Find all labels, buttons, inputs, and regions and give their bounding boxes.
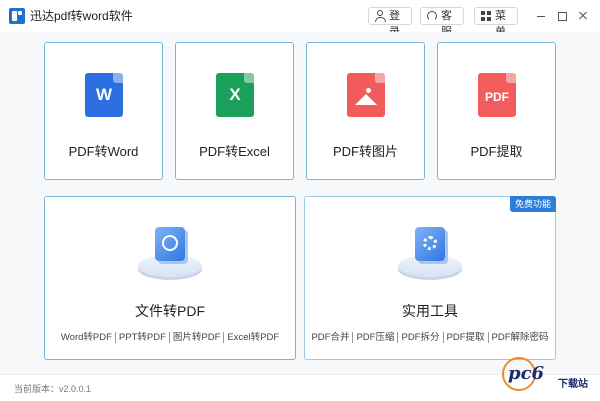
link-pdf-split[interactable]: PDF拆分 [397,332,443,343]
pdf-file-icon: PDF [478,73,516,117]
maximize-button[interactable] [553,7,571,25]
minimize-button[interactable] [532,7,550,25]
excel-icon-letter: X [229,85,241,104]
pc6-watermark-logo: pc6 下载站 [502,355,594,395]
utility-tools-links: PDF合并 PDF压缩 PDF拆分 PDF提取 PDF解除密码 [305,329,555,343]
customer-service-button[interactable]: 客服 [420,7,464,38]
link-pdf-extract[interactable]: PDF提取 [442,332,488,343]
link-excel-to-pdf[interactable]: Excel转PDF [223,332,283,343]
pdf-icon-text: PDF [485,90,509,104]
file-to-pdf-title: 文件转PDF [135,303,205,319]
menu-button[interactable]: 菜单 [474,7,518,38]
app-logo-icon [9,8,25,24]
grid-icon [481,11,491,21]
pdf-to-word-card[interactable]: W PDF转Word [44,42,163,180]
link-pdf-merge[interactable]: PDF合并 [308,332,352,343]
pdf-to-word-label: PDF转Word [68,144,139,159]
pdf-extract-card[interactable]: PDF PDF提取 [437,42,556,180]
file-to-pdf-links: Word转PDF PPT转PDF 图片转PDF Excel转PDF [45,329,295,343]
login-button[interactable]: 登录 [368,7,412,38]
word-icon-letter: W [95,85,113,104]
pdf-to-excel-label: PDF转Excel [199,144,270,159]
pdf-to-image-card[interactable]: PDF转图片 [306,42,425,180]
utility-tools-card[interactable]: 免费功能 实用工具 PDF合并 PDF压缩 PDF拆分 PDF提取 PDF解除密码 [304,196,556,360]
link-word-to-pdf[interactable]: Word转PDF [58,332,115,343]
close-button[interactable] [574,7,592,25]
picture-icon [355,87,377,105]
utility-tools-title: 实用工具 [402,303,458,319]
main-content: W PDF转Word X PDF转Excel PDF转图片 PDF PDF提取 … [0,32,600,374]
document-convert-icon [136,225,204,279]
free-feature-badge: 免费功能 [509,196,556,212]
link-image-to-pdf[interactable]: 图片转PDF [168,332,224,343]
version-text: 当前版本：v2.0.0.1 [14,384,92,394]
word-file-icon: W [85,73,123,117]
gear-settings-icon [396,225,464,279]
watermark-logo-text: pc6 [508,363,545,384]
link-ppt-to-pdf[interactable]: PPT转PDF [114,332,169,343]
image-file-icon [347,73,385,117]
pdf-to-image-label: PDF转图片 [332,144,398,159]
title-bar: 迅达pdf转word软件 登录 客服 菜单 [0,0,600,38]
excel-file-icon: X [216,73,254,117]
link-pdf-unlock[interactable]: PDF解除密码 [487,332,552,343]
app-title: 迅达pdf转word软件 [30,9,133,23]
link-pdf-compress[interactable]: PDF压缩 [352,332,398,343]
pdf-to-excel-card[interactable]: X PDF转Excel [175,42,294,180]
file-to-pdf-card[interactable]: 文件转PDF Word转PDF PPT转PDF 图片转PDF Excel转PDF [44,196,296,360]
user-icon [375,10,386,22]
watermark-sub-text: 下载站 [558,379,588,390]
pdf-extract-label: PDF提取 [470,144,523,159]
headset-icon [427,11,437,21]
